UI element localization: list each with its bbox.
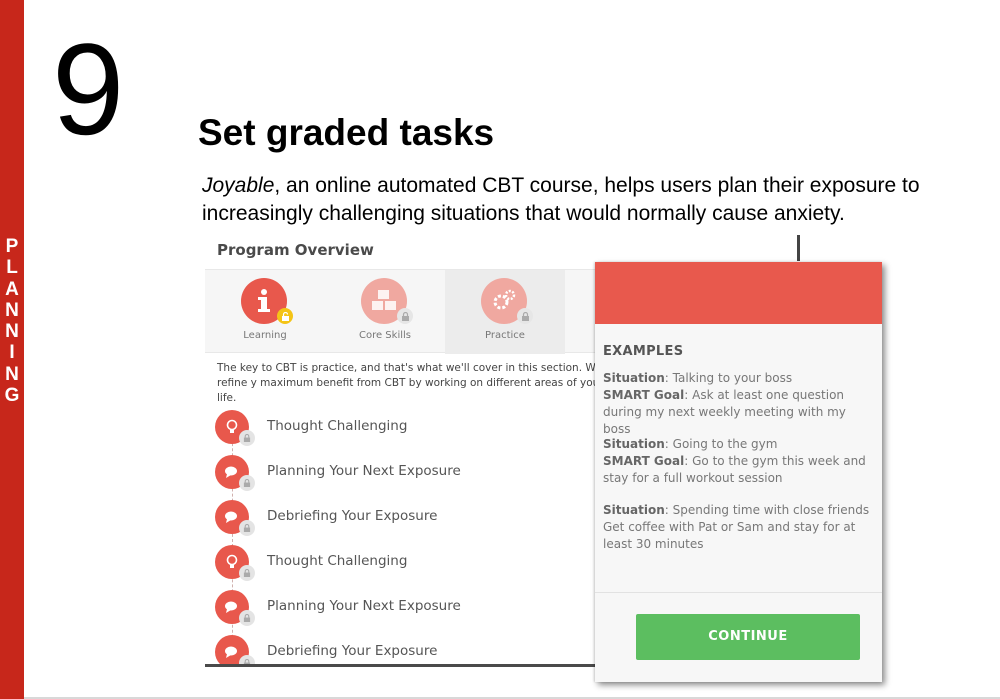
program-overview-title: Program Overview: [217, 241, 374, 259]
goal-text: Get coffee with Pat or Sam and stay for …: [603, 520, 856, 551]
example-block: Situation: Spending time with close frie…: [603, 502, 873, 553]
lock-icon: [239, 610, 255, 626]
modal-footer: CONTINUE: [595, 592, 882, 682]
subtitle-text: , an online automated CBT course, helps …: [202, 174, 920, 225]
modal-header: [595, 262, 882, 324]
sidebar-letter: L: [6, 257, 18, 279]
lesson-item[interactable]: Thought Challenging: [215, 410, 615, 446]
examples-modal: EXAMPLES Situation: Talking to your boss…: [595, 262, 882, 682]
example-block: Situation: Going to the gym SMART Goal: …: [603, 436, 873, 487]
sidebar-letter: I: [9, 342, 15, 364]
situation-text: : Going to the gym: [664, 437, 778, 451]
lock-icon: [239, 520, 255, 536]
lesson-label: Debriefing Your Exposure: [267, 643, 438, 659]
tab-practice[interactable]: Practice: [445, 270, 565, 354]
goal-label: SMART Goal: [603, 454, 685, 468]
sidebar-letter: N: [5, 363, 19, 385]
lesson-label: Thought Challenging: [267, 418, 408, 434]
subtitle-brand: Joyable: [202, 174, 275, 197]
lock-icon: [517, 308, 533, 324]
lesson-label: Debriefing Your Exposure: [267, 508, 438, 524]
lesson-item[interactable]: Debriefing Your Exposure: [215, 500, 615, 536]
slide-subtitle: Joyable, an online automated CBT course,…: [202, 172, 982, 228]
continue-button[interactable]: CONTINUE: [636, 614, 860, 660]
lesson-label: Planning Your Next Exposure: [267, 598, 461, 614]
modal-body: EXAMPLES Situation: Talking to your boss…: [595, 324, 882, 592]
sidebar-letter: A: [5, 278, 19, 300]
slide-number: 9: [52, 16, 124, 162]
lock-icon: [239, 565, 255, 581]
lock-icon: [239, 430, 255, 446]
situation-text: : Talking to your boss: [664, 371, 793, 385]
tab-label: Learning: [243, 330, 287, 341]
lesson-item[interactable]: Debriefing Your Exposure: [215, 635, 615, 664]
tab-learning[interactable]: Learning: [205, 270, 325, 354]
sidebar-letter: G: [4, 385, 20, 407]
goal-label: SMART Goal: [603, 388, 685, 402]
situation-label: Situation: [603, 371, 665, 385]
situation-label: Situation: [603, 503, 665, 517]
tab-label: Core Skills: [358, 330, 411, 341]
examples-title: EXAMPLES: [603, 344, 684, 359]
lock-icon: [239, 655, 255, 664]
sidebar-letter: N: [5, 299, 19, 321]
slide-heading: Set graded tasks: [198, 112, 495, 153]
practice-description: The key to CBT is practice, and that's w…: [217, 362, 611, 404]
lock-icon: [239, 475, 255, 491]
program-overview-panel: Program Overview Learning Core Skills Pr…: [205, 233, 625, 667]
tab-label: Practice: [485, 330, 525, 341]
unlock-icon: [277, 308, 293, 324]
planning-vertical-label: P L A N N I N G: [0, 236, 24, 406]
lesson-item[interactable]: Thought Challenging: [215, 545, 615, 581]
lesson-item[interactable]: Planning Your Next Exposure: [215, 590, 615, 626]
lesson-item[interactable]: Planning Your Next Exposure: [215, 455, 615, 491]
modal-pointer-line: [797, 235, 800, 261]
situation-text: : Spending time with close friends: [664, 503, 870, 517]
lesson-label: Thought Challenging: [267, 553, 408, 569]
example-block: Situation: Talking to your boss SMART Go…: [603, 370, 873, 438]
lock-icon: [397, 308, 413, 324]
lesson-label: Planning Your Next Exposure: [267, 463, 461, 479]
sidebar-letter: P: [5, 236, 19, 257]
sidebar-letter: N: [5, 321, 19, 343]
situation-label: Situation: [603, 437, 665, 451]
tab-core-skills[interactable]: Core Skills: [325, 270, 445, 354]
program-tabs: Learning Core Skills Practice: [205, 269, 625, 354]
